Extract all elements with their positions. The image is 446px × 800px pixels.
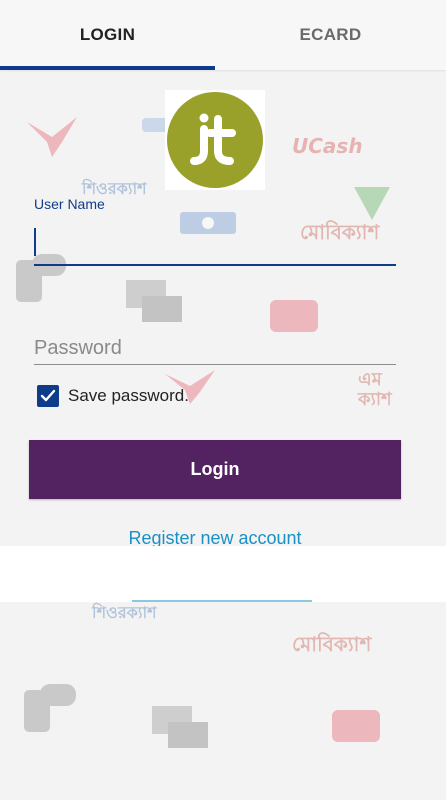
brand-word: মোবিক্যাশ [292, 632, 372, 656]
card-icon [152, 706, 208, 748]
mobile-cash-icon [332, 710, 380, 742]
save-password-label[interactable]: Save password. [68, 386, 189, 406]
bird-icon [27, 117, 77, 157]
mobile-cash-icon [270, 300, 318, 332]
underline-remnant [132, 600, 312, 602]
save-password-checkbox[interactable] [37, 385, 59, 407]
overlay-bar [0, 546, 446, 602]
checkmark-icon [40, 389, 56, 402]
tab-ecard[interactable]: ECARD [215, 0, 446, 70]
tab-login[interactable]: LOGIN [0, 0, 215, 70]
username-label: User Name [34, 196, 105, 212]
logo-jt-mark [190, 113, 236, 165]
card-icon [126, 280, 182, 322]
brand-word: UCash [292, 134, 363, 158]
password-input[interactable] [34, 332, 396, 365]
brand-word: শিওরক্যাশ [92, 603, 157, 622]
text-cursor [34, 228, 36, 256]
tab-indicator [0, 66, 215, 70]
sms-phone-icon [24, 684, 76, 732]
app-logo [165, 90, 265, 190]
flag-icon [354, 187, 390, 220]
tab-bar: LOGIN ECARD [0, 0, 446, 70]
login-button[interactable]: Login [29, 440, 401, 499]
brand-word: এম ক্যাশ [358, 369, 392, 410]
username-input[interactable] [34, 220, 396, 266]
logo-circle [167, 92, 263, 188]
